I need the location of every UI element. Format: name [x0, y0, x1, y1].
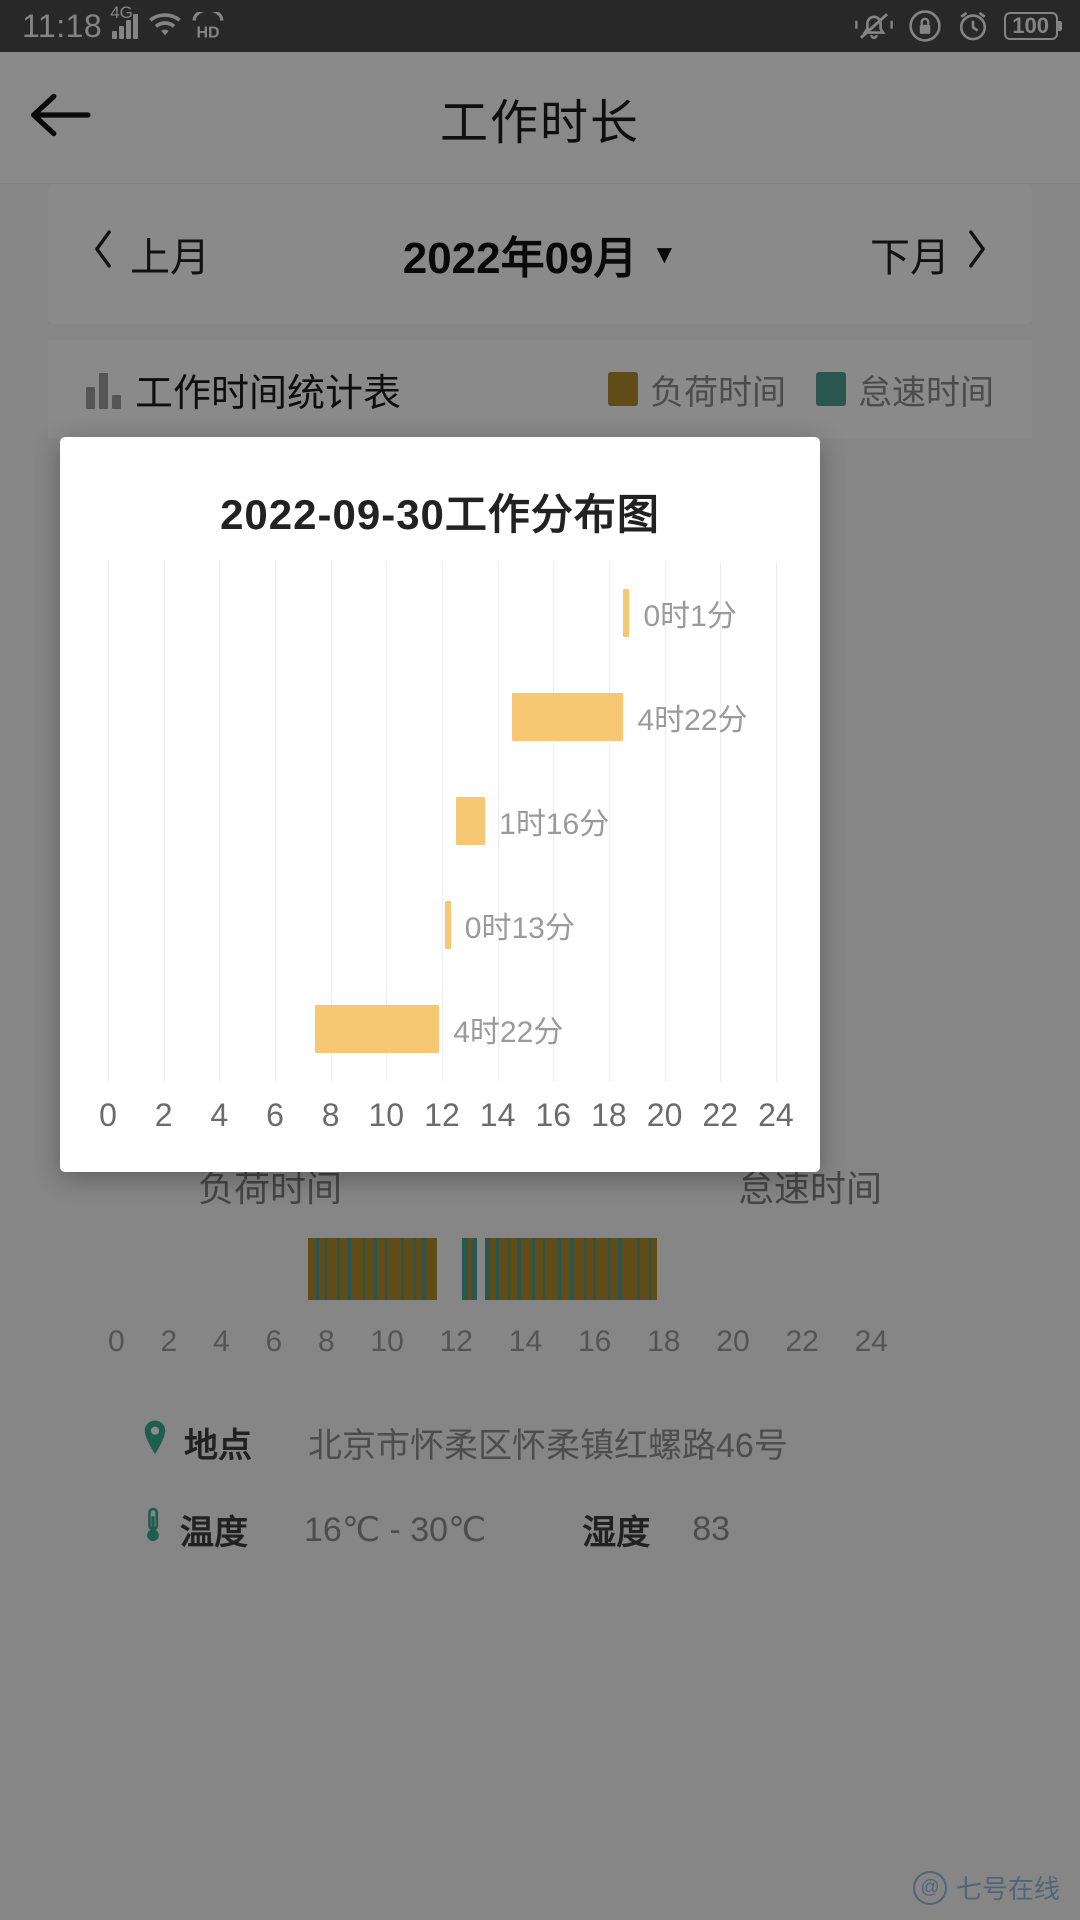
- chart-bar[interactable]: [512, 693, 624, 741]
- chart-bar-label: 4时22分: [453, 1016, 564, 1049]
- chart-bar[interactable]: [455, 797, 486, 845]
- chart-gridline: [330, 561, 332, 1081]
- chart-gridline: [386, 561, 388, 1081]
- chart-gridline: [664, 561, 666, 1081]
- chart-bar[interactable]: [444, 901, 451, 949]
- chart-gridline: [776, 561, 777, 1081]
- chart-bar-label: 4时22分: [637, 704, 748, 737]
- chart-bar[interactable]: [623, 589, 630, 637]
- chart-bar[interactable]: [315, 1005, 440, 1053]
- chart-gridline: [442, 561, 443, 1081]
- chart-gridline: [219, 561, 221, 1081]
- chart-gridline: [108, 561, 109, 1081]
- chart-gridline: [720, 561, 722, 1081]
- chart-bar-label: 1时16分: [499, 808, 610, 841]
- work-distribution-dialog: 2022-09-30工作分布图 0时1分 4时22分 1时16分 0时13分 4时22分…: [60, 437, 820, 1172]
- dialog-title: 2022-09-30工作分布图: [220, 491, 660, 538]
- chart-plot-area: 0时1分 4时22分 1时16分 0时13分 4时22分: [108, 561, 777, 1081]
- chart-bar-label: 0时13分: [464, 912, 575, 945]
- chart-gridline: [163, 561, 165, 1081]
- chart-bar-label: 0时1分: [643, 600, 737, 633]
- chart-gridline: [275, 561, 276, 1081]
- chart-x-axis: 0 2 4 6 8 10 12 14 16 18 20 22 24: [99, 1097, 794, 1133]
- distribution-chart: 0时1分 4时22分 1时16分 0时13分 4时22分: [108, 561, 777, 1081]
